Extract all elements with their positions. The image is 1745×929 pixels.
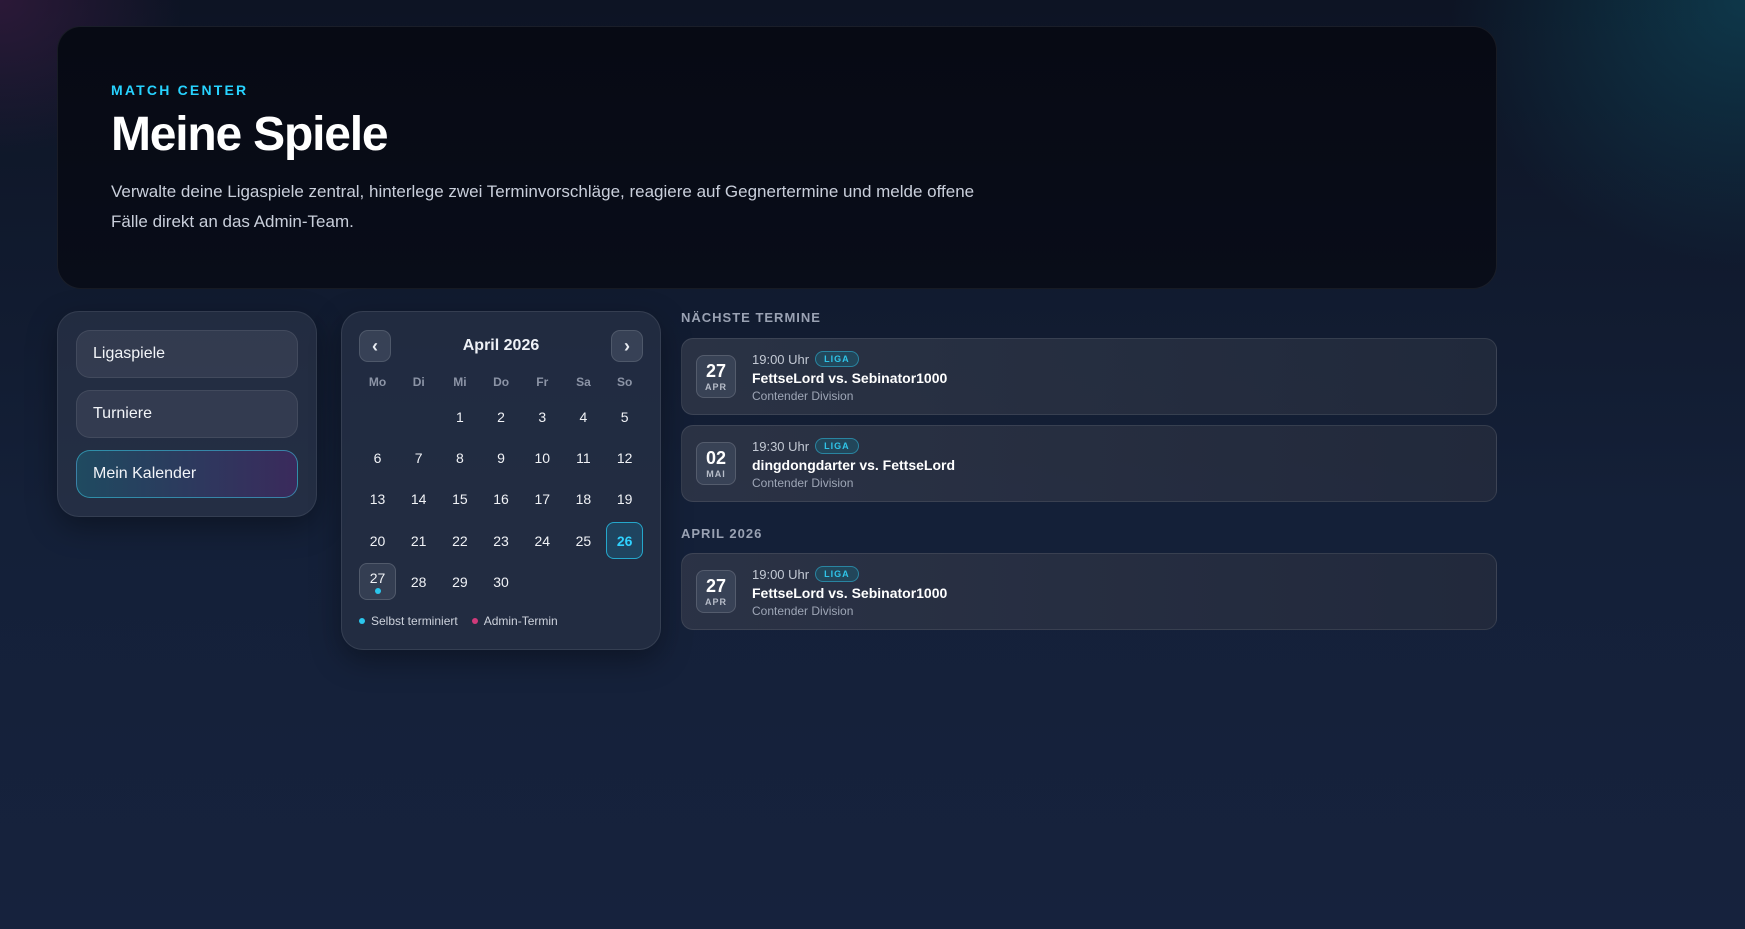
calendar-day-today[interactable]: 26 <box>606 522 644 560</box>
event-time: 19:00 Uhr <box>752 351 810 367</box>
calendar-day[interactable]: 28 <box>400 563 437 600</box>
calendar-month-label: April 2026 <box>462 337 540 354</box>
calendar-day[interactable]: 13 <box>359 481 396 518</box>
calendar-day[interactable]: 8 <box>441 440 478 477</box>
calendar-legend: Selbst terminiert Admin-Termin <box>359 614 643 628</box>
league-badge: LIGA <box>815 566 859 582</box>
page-title: Meine Spiele <box>111 108 389 161</box>
weekday-label: Mi <box>453 375 467 389</box>
weekday-label: Mo <box>368 375 387 389</box>
calendar-day[interactable]: 12 <box>606 440 643 477</box>
next-month-button[interactable]: › <box>610 330 643 362</box>
calendar-day[interactable]: 11 <box>565 440 602 477</box>
calendar-day[interactable]: 1 <box>441 398 478 435</box>
event-month: MAI <box>706 469 726 479</box>
upcoming-section-label: NÄCHSTE TERMINE <box>681 310 821 325</box>
event-card[interactable]: 27 APR 19:00 Uhr LIGA FettseLord vs. Seb… <box>681 338 1497 415</box>
calendar-day[interactable]: 30 <box>483 563 520 600</box>
month-section-label: APRIL 2026 <box>681 526 763 541</box>
legend-label: Admin-Termin <box>483 614 558 629</box>
calendar-day[interactable]: 10 <box>524 440 561 477</box>
nav-item-label: Mein Kalender <box>93 465 197 482</box>
calendar-day[interactable]: 24 <box>524 522 561 559</box>
event-month: APR <box>704 597 727 607</box>
weekday-label: Di <box>412 375 425 389</box>
weekday-label: Sa <box>576 375 591 389</box>
nav-item-turniere[interactable]: Turniere <box>76 390 298 438</box>
event-division: Contender Division <box>752 604 854 618</box>
nav-item-label: Ligaspiele <box>93 345 166 362</box>
calendar-day[interactable]: 16 <box>483 481 520 518</box>
calendar-day[interactable]: 23 <box>483 522 520 559</box>
league-badge: LIGA <box>815 351 859 367</box>
calendar-day[interactable]: 29 <box>441 563 478 600</box>
nav-item-label: Turniere <box>93 405 152 422</box>
calendar-blank-cell <box>400 398 437 435</box>
calendar-day[interactable]: 22 <box>441 522 478 559</box>
event-body: 19:00 Uhr LIGA FettseLord vs. Sebinator1… <box>752 566 947 618</box>
event-day: 27 <box>705 576 727 596</box>
hero-banner: MATCH CENTER Meine Spiele Verwalte deine… <box>57 26 1497 289</box>
calendar-widget: ‹ April 2026 › Mo Di Mi Do Fr Sa So 1 2 3 4 5 6 7 8 9 10… <box>341 311 661 650</box>
weekday-label: Fr <box>536 375 549 389</box>
event-date-box: 02 MAI <box>696 442 736 485</box>
league-badge: LIGA <box>815 438 859 454</box>
event-body: 19:30 Uhr LIGA dingdongdarter vs. Fettse… <box>752 438 955 490</box>
legend-item-self: Selbst terminiert <box>359 614 458 628</box>
calendar-day[interactable]: 7 <box>400 440 437 477</box>
calendar-day[interactable]: 6 <box>359 440 396 477</box>
chevron-left-icon: ‹ <box>372 335 378 356</box>
nav-item-mein-kalender[interactable]: Mein Kalender <box>76 450 298 498</box>
event-day: 27 <box>705 361 727 381</box>
calendar-day[interactable]: 4 <box>565 398 602 435</box>
event-division: Contender Division <box>752 389 854 403</box>
calendar-day[interactable]: 14 <box>400 481 437 518</box>
event-time: 19:00 Uhr <box>752 566 810 582</box>
weekday-label: Do <box>493 375 510 389</box>
section-nav: Ligaspiele Turniere Mein Kalender <box>57 311 317 517</box>
calendar-day[interactable]: 18 <box>565 481 602 518</box>
calendar-day[interactable]: 3 <box>524 398 561 435</box>
event-dot-icon <box>374 588 381 595</box>
event-title: FettseLord vs. Sebinator1000 <box>752 585 948 601</box>
event-card[interactable]: 27 APR 19:00 Uhr LIGA FettseLord vs. Seb… <box>681 553 1497 630</box>
calendar-day[interactable]: 5 <box>606 398 643 435</box>
nav-item-ligaspiele[interactable]: Ligaspiele <box>76 330 298 378</box>
event-title: FettseLord vs. Sebinator1000 <box>752 370 948 386</box>
calendar-day[interactable]: 21 <box>400 522 437 559</box>
calendar-day[interactable]: 20 <box>359 522 396 559</box>
calendar-header: ‹ April 2026 › <box>359 330 643 362</box>
calendar-day[interactable]: 15 <box>441 481 478 518</box>
event-date-box: 27 APR <box>696 570 736 613</box>
event-date-box: 27 APR <box>696 355 736 398</box>
event-day: 02 <box>705 448 727 468</box>
legend-dot-icon <box>471 618 478 625</box>
event-body: 19:00 Uhr LIGA FettseLord vs. Sebinator1… <box>752 351 947 403</box>
prev-month-button[interactable]: ‹ <box>359 330 391 362</box>
legend-dot-icon <box>359 618 365 625</box>
calendar-day[interactable]: 9 <box>483 440 520 477</box>
calendar-day[interactable]: 17 <box>524 481 561 518</box>
legend-label: Selbst terminiert <box>371 614 458 629</box>
calendar-day-with-event[interactable]: 27 <box>359 563 396 601</box>
hero-eyebrow: MATCH CENTER <box>111 82 249 98</box>
event-time: 19:30 Uhr <box>752 438 810 454</box>
calendar-grid: Mo Di Mi Do Fr Sa So 1 2 3 4 5 6 7 8 9 10 11 12 13 14 15 16 17 1… <box>359 370 644 601</box>
event-card[interactable]: 02 MAI 19:30 Uhr LIGA dingdongdarter vs.… <box>681 425 1497 502</box>
calendar-day[interactable]: 19 <box>606 481 643 518</box>
weekday-label: So <box>616 375 633 389</box>
calendar-blank-cell <box>359 398 396 435</box>
chevron-right-icon: › <box>623 335 630 356</box>
hero-description: Verwalte deine Ligaspiele zentral, hinte… <box>111 182 975 231</box>
event-division: Contender Division <box>752 476 854 490</box>
legend-item-admin: Admin-Termin <box>471 614 558 629</box>
calendar-day[interactable]: 25 <box>565 522 602 559</box>
event-title: dingdongdarter vs. FettseLord <box>752 457 956 473</box>
event-month: APR <box>704 382 727 392</box>
calendar-day[interactable]: 2 <box>483 398 520 435</box>
